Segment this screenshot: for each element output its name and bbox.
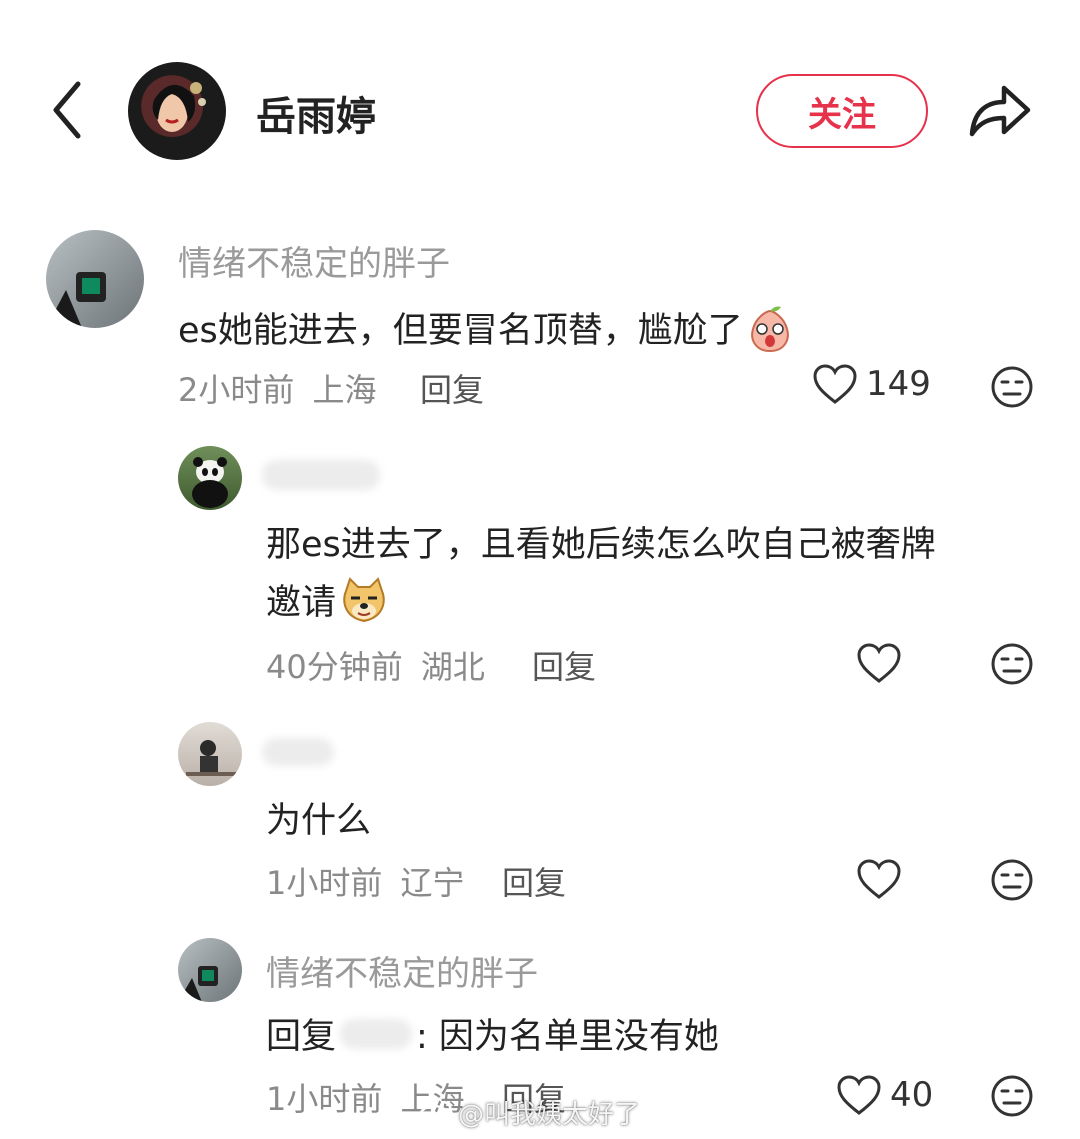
heart-icon xyxy=(857,643,901,683)
reply-time: 40分钟前 xyxy=(266,648,403,686)
meh-face-icon xyxy=(991,1075,1033,1117)
comment-username[interactable]: 情绪不稳定的胖子 xyxy=(178,236,450,285)
meh-face-icon xyxy=(991,643,1033,685)
reply-avatar[interactable] xyxy=(178,722,242,786)
back-button[interactable] xyxy=(44,78,92,142)
reply-time: 1小时前 xyxy=(266,1080,383,1118)
reply-location: 湖北 xyxy=(420,648,485,686)
dislike-button[interactable] xyxy=(990,1074,1034,1122)
author-avatar[interactable] xyxy=(128,62,226,160)
dislike-button[interactable] xyxy=(990,642,1034,690)
comment-avatar[interactable] xyxy=(46,230,144,328)
doge-emoji-icon xyxy=(343,576,385,622)
like-button[interactable] xyxy=(856,858,902,904)
reply-time: 1小时前 xyxy=(266,864,383,902)
reply-text: 回复 : 因为名单里没有她 xyxy=(266,1008,719,1059)
reply-button[interactable]: 回复 xyxy=(532,642,596,688)
blurred-username xyxy=(262,738,334,766)
reply-username[interactable]: 情绪不稳定的胖子 xyxy=(266,946,538,995)
reply-button[interactable]: 回复 xyxy=(502,858,566,904)
comment-time: 2小时前 xyxy=(178,371,295,409)
like-count: 149 xyxy=(866,364,931,404)
reply-avatar[interactable] xyxy=(178,446,242,510)
reply-text-content: : 因为名单里没有她 xyxy=(416,1017,719,1057)
share-arrow-icon xyxy=(969,85,1031,137)
meh-face-icon xyxy=(991,859,1033,901)
comment-location: 上海 xyxy=(312,371,377,409)
like-count: 40 xyxy=(890,1075,934,1115)
meh-face-icon xyxy=(991,366,1033,408)
reply-text-line1: 那es进去了，且看她后续怎么吹自己被奢牌 xyxy=(266,525,936,565)
follow-button-label: 关注 xyxy=(808,94,876,135)
like-button[interactable]: 40 xyxy=(836,1074,933,1116)
reply-text-line2-content: 邀请 xyxy=(266,583,337,623)
comment-text: es她能进去，但要冒名顶替，尴尬了 xyxy=(178,302,793,353)
dislike-button[interactable] xyxy=(990,858,1034,906)
heart-icon xyxy=(857,859,901,899)
weibo-logo-icon xyxy=(418,1100,452,1127)
follow-button[interactable]: 关注 xyxy=(756,74,928,148)
reply-meta: 40分钟前 湖北 xyxy=(266,642,485,688)
heart-icon xyxy=(837,1075,881,1115)
reply-text: 为什么 xyxy=(266,801,372,841)
peach-emoji-icon xyxy=(751,306,789,352)
comment-text-content: es她能进去，但要冒名顶替，尴尬了 xyxy=(178,311,743,351)
reply-avatar[interactable] xyxy=(178,938,242,1002)
chevron-left-icon xyxy=(53,81,81,139)
reply-location: 辽宁 xyxy=(400,864,465,902)
reply-meta: 1小时前 辽宁 xyxy=(266,858,465,904)
reply-button[interactable]: 回复 xyxy=(420,365,484,411)
comment-meta: 2小时前 上海 xyxy=(178,365,377,411)
weibo-watermark: @叫我姨太好了 xyxy=(418,1094,640,1131)
blurred-mention xyxy=(340,1018,413,1049)
watermark-text: @叫我姨太好了 xyxy=(458,1100,641,1130)
dislike-button[interactable] xyxy=(990,365,1034,413)
blurred-username xyxy=(262,460,380,490)
like-button[interactable]: 149 xyxy=(812,363,931,405)
page-title: 岳雨婷 xyxy=(256,94,376,140)
reply-prefix: 回复 xyxy=(266,1017,337,1057)
share-button[interactable] xyxy=(966,80,1032,140)
heart-icon xyxy=(813,364,857,404)
like-button[interactable] xyxy=(856,642,902,688)
reply-text-line2: 邀请 xyxy=(266,574,388,625)
